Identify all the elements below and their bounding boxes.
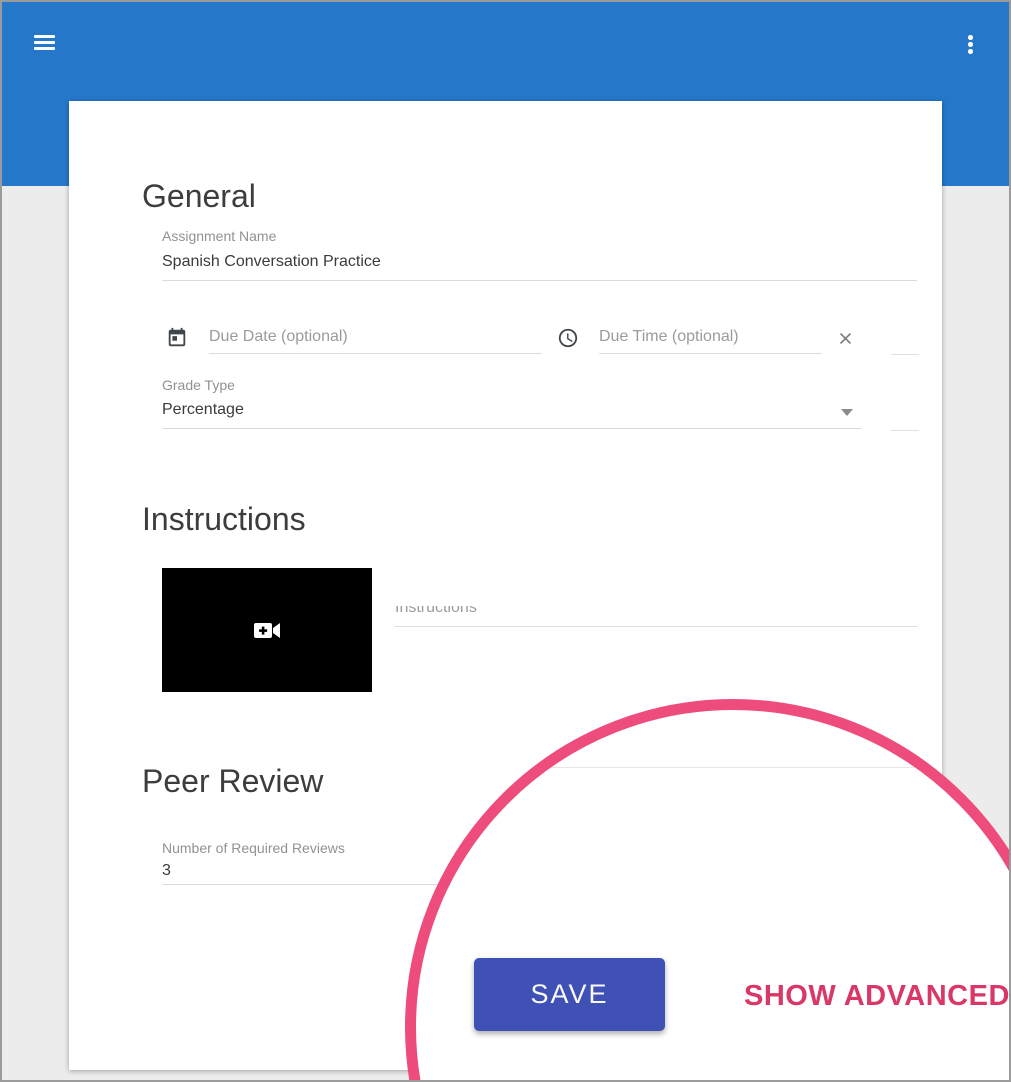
grade-type-select[interactable]: Percentage xyxy=(162,401,862,429)
app-window: General Assignment Name Grade Type Perce… xyxy=(0,0,1011,1082)
due-time-input[interactable] xyxy=(599,327,822,354)
section-title-general: General xyxy=(142,178,256,215)
instructions-input[interactable] xyxy=(395,606,917,627)
grade-type-label: Grade Type xyxy=(162,377,235,393)
assignment-name-input[interactable] xyxy=(162,252,917,281)
add-video-tile[interactable] xyxy=(162,568,372,692)
clear-due-time-icon[interactable] xyxy=(836,329,855,348)
clipped-field-underline xyxy=(891,354,919,355)
calendar-icon[interactable] xyxy=(166,327,188,349)
section-divider xyxy=(534,767,954,768)
menu-icon[interactable] xyxy=(34,35,55,50)
assignment-name-label: Assignment Name xyxy=(162,228,276,244)
caret-down-icon xyxy=(841,409,853,416)
clock-icon[interactable] xyxy=(557,327,579,349)
save-button[interactable]: SAVE xyxy=(474,958,665,1031)
due-date-input[interactable] xyxy=(209,327,542,354)
clipped-field-underline xyxy=(891,430,919,431)
section-title-instructions: Instructions xyxy=(142,501,306,538)
video-camera-add-icon xyxy=(254,622,280,639)
section-title-peer-review: Peer Review xyxy=(142,763,323,800)
required-reviews-label: Number of Required Reviews xyxy=(162,840,345,856)
show-advanced-button[interactable]: SHOW ADVANCED xyxy=(744,980,1010,1013)
overflow-menu-icon[interactable] xyxy=(964,34,977,56)
grade-type-value: Percentage xyxy=(162,401,244,418)
